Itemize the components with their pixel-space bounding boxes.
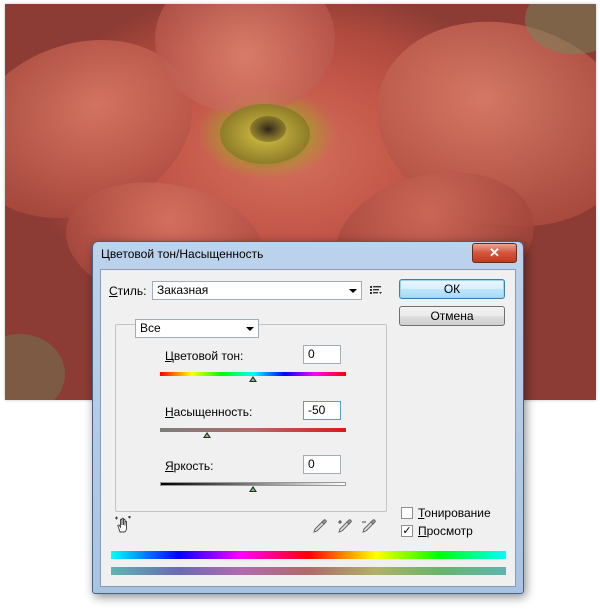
eyedropper-minus-icon[interactable]	[361, 518, 377, 534]
lightness-input[interactable]: 0	[303, 455, 341, 474]
saturation-label: Насыщенность:	[165, 405, 253, 419]
style-select[interactable]: Заказная	[152, 281, 362, 300]
eyedropper-plus-icon[interactable]	[337, 518, 353, 534]
title-bar[interactable]: Цветовой тон/Насыщенность ✕	[93, 242, 523, 268]
saturation-input[interactable]: -50	[303, 401, 341, 420]
preset-menu-icon[interactable]	[369, 283, 383, 297]
adjustment-group: Все Цветовой тон: 0 Насыщенность: -50 Яр…	[115, 319, 387, 512]
targeted-adjustment-icon[interactable]	[114, 516, 132, 534]
hue-input[interactable]: 0	[303, 345, 341, 364]
hue-saturation-dialog: Цветовой тон/Насыщенность ✕ Стиль: Заказ…	[92, 241, 524, 594]
input-spectrum-bar	[111, 551, 506, 559]
channel-select-value: Все	[140, 321, 161, 335]
chevron-down-icon	[246, 327, 254, 331]
dialog-client-area: Стиль: Заказная ОК Отмена Все Цветовой т…	[100, 269, 516, 587]
chevron-down-icon	[349, 289, 357, 293]
close-button[interactable]: ✕	[472, 243, 517, 263]
style-select-value: Заказная	[157, 283, 209, 297]
channel-select[interactable]: Все	[135, 319, 259, 338]
saturation-slider-track[interactable]	[160, 428, 346, 432]
colorize-label: Тонирование	[418, 506, 491, 520]
colorize-checkbox[interactable]	[401, 507, 413, 519]
preview-checkbox[interactable]: ✓	[401, 525, 413, 537]
close-icon: ✕	[489, 245, 500, 260]
hue-label: Цветовой тон:	[165, 349, 244, 363]
dialog-title: Цветовой тон/Насыщенность	[101, 247, 264, 261]
lightness-label: Яркость:	[165, 459, 214, 473]
output-spectrum-bar	[111, 567, 506, 575]
style-label: Стиль:	[109, 284, 147, 298]
check-icon: ✓	[402, 525, 412, 537]
preview-label: Просмотр	[418, 524, 473, 538]
eyedropper-icon[interactable]	[312, 518, 328, 534]
cancel-button[interactable]: Отмена	[399, 306, 505, 326]
ok-button[interactable]: ОК	[399, 279, 505, 299]
